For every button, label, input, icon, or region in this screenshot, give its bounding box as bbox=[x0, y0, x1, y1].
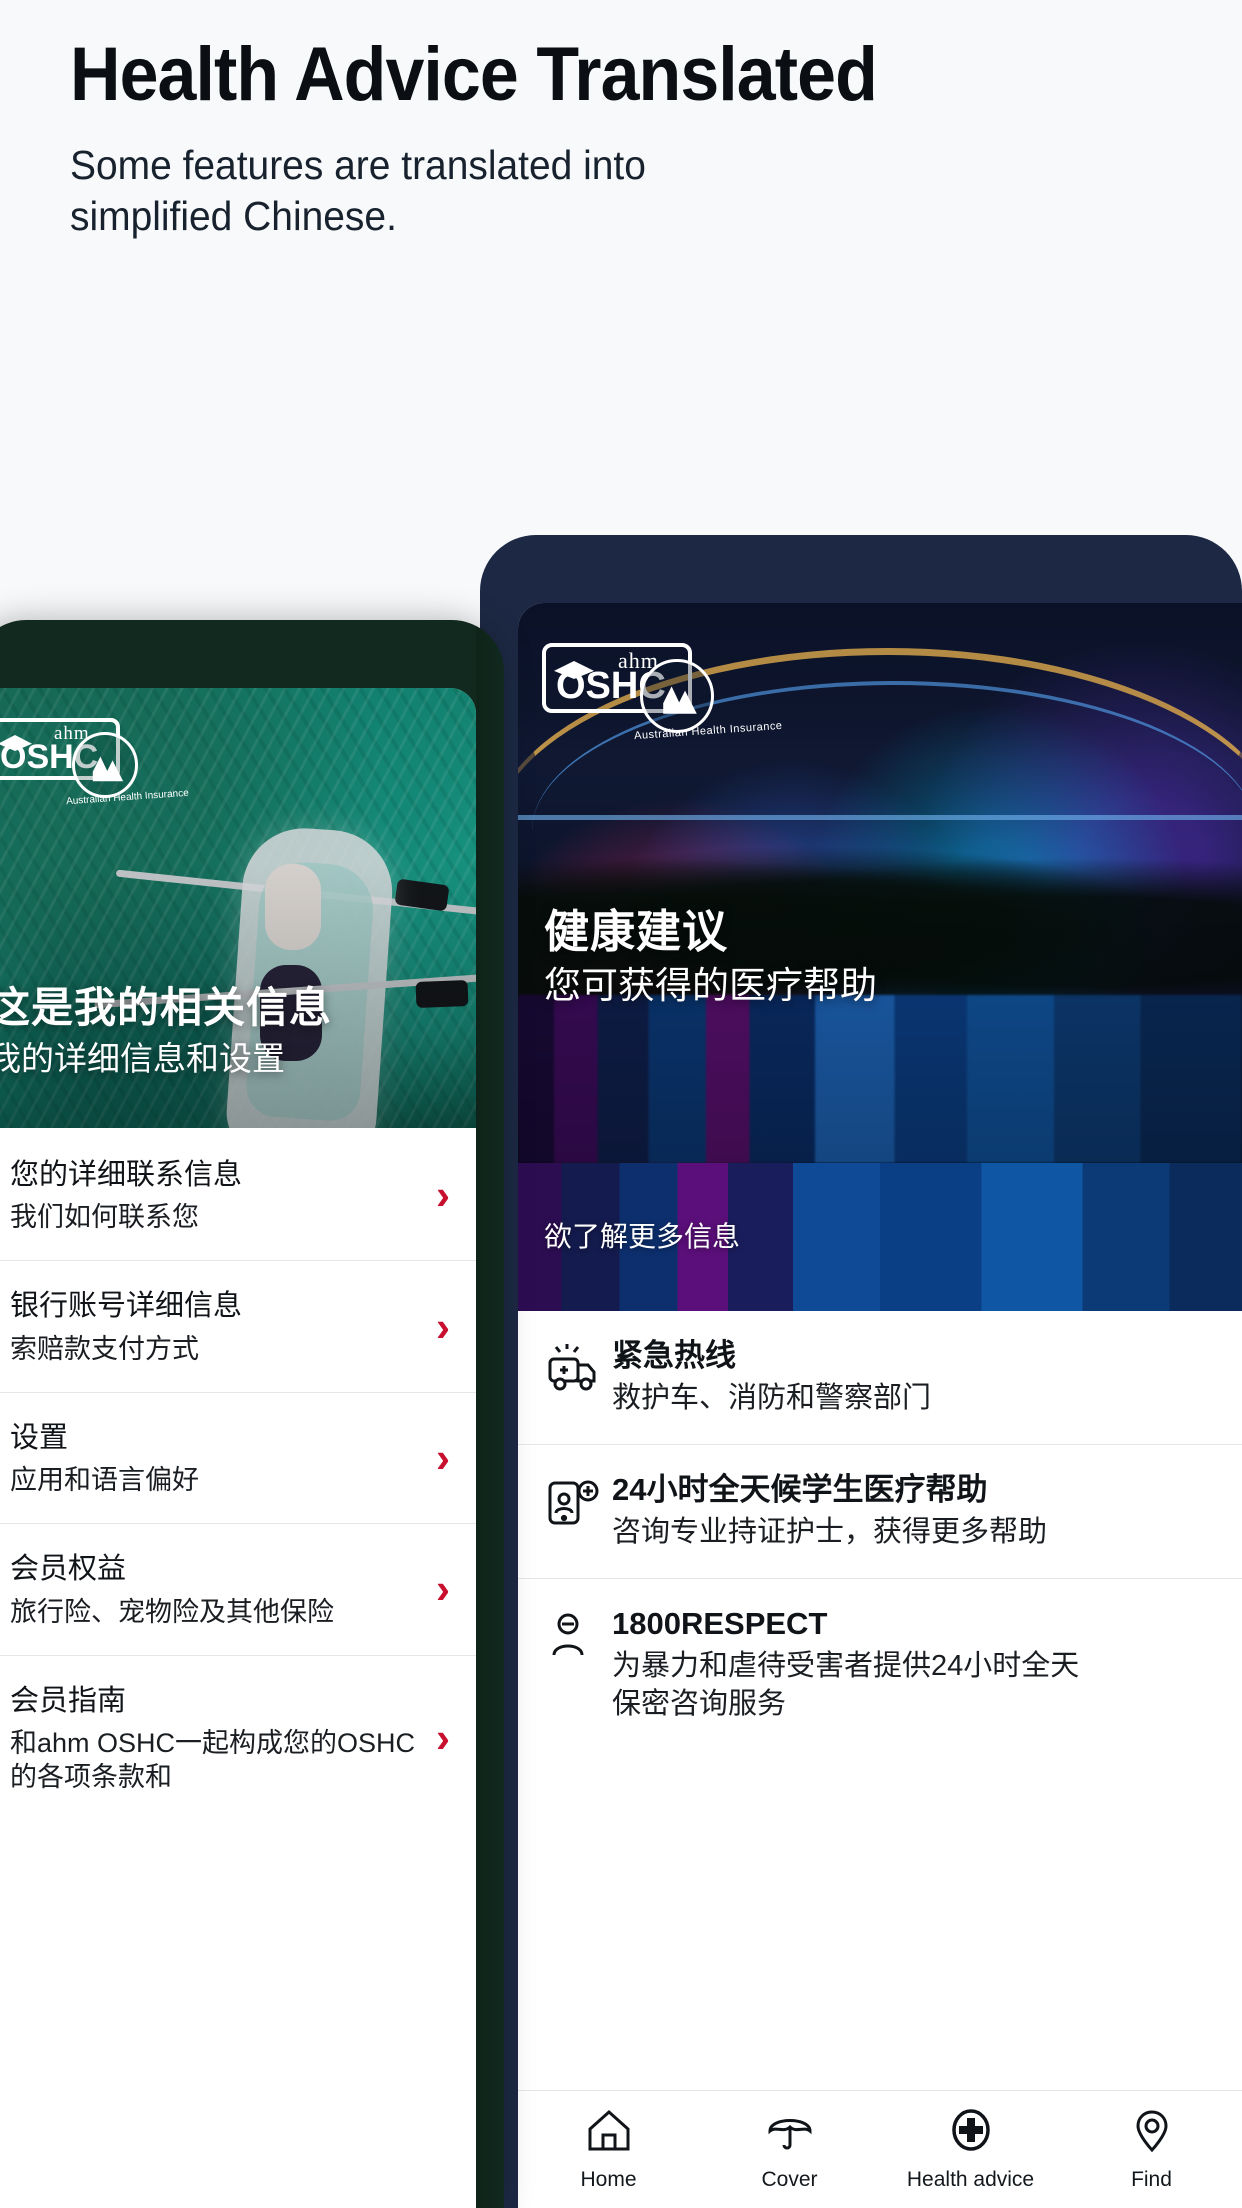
page-title: Health Advice Translated bbox=[70, 32, 878, 117]
list-item-desc: 索赔款支付方式 bbox=[10, 1333, 199, 1364]
list-item-title: 24小时全天候学生医疗帮助 bbox=[612, 1471, 988, 1507]
left-phone-right-bezel bbox=[476, 620, 504, 2208]
left-phone-hero-subtitle: 我的详细信息和设置 bbox=[0, 1040, 285, 1077]
nav-item-find[interactable]: Find bbox=[1061, 2107, 1242, 2192]
nurse-phone-icon bbox=[544, 1471, 612, 1529]
list-item-desc: 救护车、消防和警察部门 bbox=[612, 1382, 932, 1415]
nav-item-cover-label: Cover bbox=[761, 2168, 818, 2191]
right-phone-screen: ahm OSHC Australian Health Insurance 健康建… bbox=[518, 603, 1242, 2208]
list-item[interactable]: 银行账号详细信息 索赔款支付方式 › bbox=[0, 1260, 476, 1391]
list-item-desc: 我们如何联系您 bbox=[10, 1202, 199, 1233]
list-item-title: 会员权益 bbox=[10, 1553, 127, 1586]
page-subtitle-line-2: simplified Chinese. bbox=[70, 193, 397, 240]
nav-item-health-advice-label: Health advice bbox=[906, 2168, 1035, 2191]
logo-roundel-icon bbox=[72, 732, 138, 798]
phone-mockup-my-details: ahm OSHC Australian Health Insurance 这是我… bbox=[0, 620, 504, 2208]
list-item[interactable]: 设置 应用和语言偏好 › bbox=[0, 1391, 476, 1523]
right-phone-hero-title: 健康建议 bbox=[544, 906, 729, 957]
list-item-title: 1800RESPECT bbox=[612, 1605, 828, 1641]
list-item-title: 会员指南 bbox=[10, 1684, 127, 1717]
medical-cross-icon bbox=[947, 2107, 995, 2158]
list-item-desc: 和ahm OSHC一起构成您的OSHC的各项条款和 bbox=[10, 1727, 416, 1792]
list-item-text: 24小时全天候学生医疗帮助 咨询专业持证护士，获得更多帮助 bbox=[612, 1471, 1224, 1552]
right-phone-hero-image: ahm OSHC Australian Health Insurance 健康建… bbox=[518, 603, 1242, 1163]
nav-item-home[interactable]: Home bbox=[518, 2107, 699, 2192]
chevron-right-icon: › bbox=[436, 1302, 450, 1350]
location-pin-icon bbox=[1128, 2107, 1176, 2158]
chevron-right-icon: › bbox=[436, 1713, 450, 1761]
my-details-list: 您的详细联系信息 我们如何联系您 › 银行账号详细信息 索赔款支付方式 › 设置… bbox=[0, 1130, 476, 2208]
list-item-desc: 咨询专业持证护士，获得更多帮助 bbox=[612, 1516, 1048, 1549]
logo-roundel-icon bbox=[640, 659, 714, 733]
list-item-text: 紧急热线 救护车、消防和警察部门 bbox=[612, 1337, 1224, 1418]
list-item[interactable]: 会员指南 和ahm OSHC一起构成您的OSHC的各项条款和 › bbox=[0, 1654, 476, 1820]
ambulance-icon bbox=[544, 1337, 612, 1395]
page-subtitle-line-1: Some features are translated into bbox=[70, 141, 646, 188]
nav-item-cover[interactable]: Cover bbox=[699, 2107, 880, 2192]
list-item[interactable]: 1800RESPECT 为暴力和虐待受害者提供24小时全天 保密咨询服务 bbox=[518, 1577, 1242, 1750]
list-item-title: 设置 bbox=[10, 1421, 69, 1454]
person-support-icon bbox=[544, 1605, 612, 1663]
learn-more-label: 欲了解更多信息 bbox=[544, 1221, 741, 1252]
list-item-title: 您的详细联系信息 bbox=[10, 1159, 243, 1191]
ahm-oshc-logo: ahm OSHC Australian Health Insurance bbox=[542, 633, 783, 742]
nav-item-find-label: Find bbox=[1131, 2168, 1172, 2191]
left-phone-hero-title: 这是我的相关信息 bbox=[0, 984, 333, 1031]
phone-mockup-health-advice: ahm OSHC Australian Health Insurance 健康建… bbox=[480, 535, 1242, 2208]
list-item-desc: 应用和语言偏好 bbox=[10, 1465, 199, 1496]
list-item-text: 1800RESPECT 为暴力和虐待受害者提供24小时全天 保密咨询服务 bbox=[612, 1605, 1224, 1724]
list-item[interactable]: 紧急热线 救护车、消防和警察部门 bbox=[518, 1311, 1242, 1444]
list-item[interactable]: 24小时全天候学生医疗帮助 咨询专业持证护士，获得更多帮助 bbox=[518, 1443, 1242, 1578]
list-item-title: 紧急热线 bbox=[612, 1338, 736, 1373]
chevron-right-icon: › bbox=[436, 1565, 450, 1613]
health-advice-list: 紧急热线 救护车、消防和警察部门 24小时全天候学生医疗帮助 咨询专业持证护士，… bbox=[518, 1311, 1242, 2090]
home-icon bbox=[585, 2107, 633, 2158]
page-subtitle: Some features are translated into simpli… bbox=[70, 140, 1117, 243]
page-header: Health Advice Translated Some features a… bbox=[0, 0, 1242, 243]
list-item-desc: 旅行险、宠物险及其他保险 bbox=[10, 1596, 334, 1627]
list-item[interactable]: 会员权益 旅行险、宠物险及其他保险 › bbox=[0, 1523, 476, 1654]
learn-more-band[interactable]: 欲了解更多信息 bbox=[518, 1163, 1242, 1311]
right-phone-hero-subtitle: 您可获得的医疗帮助 bbox=[544, 965, 877, 1006]
list-item[interactable]: 您的详细联系信息 我们如何联系您 › bbox=[0, 1130, 476, 1260]
umbrella-icon bbox=[766, 2107, 814, 2158]
ahm-oshc-logo: ahm OSHC Australian Health Insurance bbox=[0, 710, 189, 807]
bottom-navigation-bar: Home Cover Health advice Find bbox=[518, 2090, 1242, 2208]
chevron-right-icon: › bbox=[436, 1433, 450, 1481]
chevron-right-icon: › bbox=[436, 1171, 450, 1219]
list-item-title: 银行账号详细信息 bbox=[10, 1290, 243, 1323]
nav-item-home-label: Home bbox=[580, 2168, 637, 2191]
left-phone-screen: ahm OSHC Australian Health Insurance 这是我… bbox=[0, 688, 476, 2208]
nav-item-health-advice[interactable]: Health advice bbox=[880, 2107, 1061, 2192]
list-item-desc: 为暴力和虐待受害者提供24小时全天 保密咨询服务 bbox=[612, 1649, 1080, 1720]
left-phone-hero-image: ahm OSHC Australian Health Insurance 这是我… bbox=[0, 688, 476, 1128]
